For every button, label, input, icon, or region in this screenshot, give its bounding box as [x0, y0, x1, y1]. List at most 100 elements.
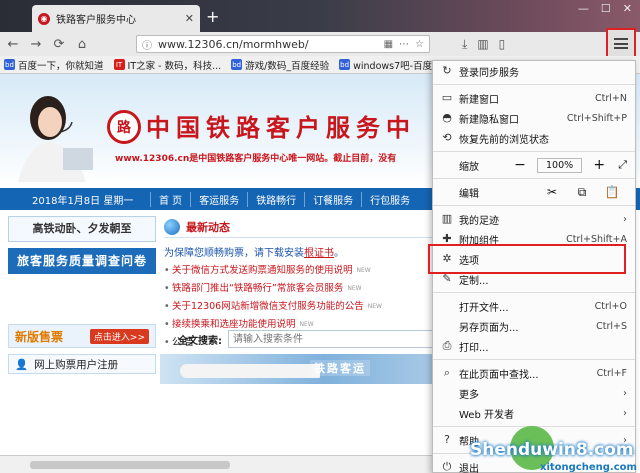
sleeper-train-link[interactable]: 高铁动卧、夕发朝至: [8, 216, 156, 242]
window-close-icon[interactable]: ✕: [623, 2, 632, 15]
nav-luggage-service[interactable]: 行包服务: [361, 191, 418, 207]
menu-item-help[interactable]: ? 帮助 ›: [433, 430, 635, 450]
menu-item-print[interactable]: ⎙ 打印...: [433, 336, 635, 356]
new-tab-icon[interactable]: +: [206, 7, 219, 26]
new-badge: NEW: [367, 303, 382, 310]
menu-item-options[interactable]: ✲ 选项: [433, 249, 635, 269]
news-item-text: 关于12306网站新增微信支付服务功能的公告: [172, 301, 364, 312]
menu-item-label: 更多: [459, 389, 479, 401]
register-link[interactable]: 👤 网上购票用户注册: [8, 354, 156, 374]
news-header: 最新动态: [164, 216, 434, 238]
app-menu-panel: ↻ 登录同步服务 ▭ 新建窗口 Ctrl+N ◓ 新建隐私窗口 Ctrl+Shift+P ⟲ 恢复…: [432, 60, 636, 473]
menu-item-label: 打印...: [459, 342, 489, 354]
submenu-arrow-icon: ›: [623, 387, 627, 399]
tab-close-icon[interactable]: ✕: [185, 12, 194, 25]
new-badge: NEW: [356, 267, 371, 274]
menu-item-webdev[interactable]: Web 开发者 ›: [433, 403, 635, 423]
bookmark-item[interactable]: bd 游戏/数码_百度经验: [231, 58, 329, 72]
bookmark-item[interactable]: bd 百度一下，你就知道: [4, 58, 104, 72]
cert-warning: 为保障您顺畅购票，请下载安装根证书。: [164, 244, 434, 259]
download-icon[interactable]: ⤓: [462, 37, 467, 52]
menu-item-label: 附加组件: [459, 235, 499, 247]
edit-label: 编辑: [459, 188, 479, 200]
nav-railway-pass[interactable]: 铁路畅行: [247, 191, 304, 207]
globe-icon: [164, 218, 180, 235]
search-input[interactable]: [228, 330, 434, 348]
nav-passenger-service[interactable]: 客运服务: [190, 191, 247, 207]
fullscreen-icon[interactable]: ⤢: [618, 158, 627, 172]
menu-item-open-file[interactable]: 打开文件... Ctrl+O: [433, 296, 635, 316]
puzzle-icon: ✚: [442, 232, 452, 245]
root-cert-link[interactable]: 根证书: [304, 248, 334, 259]
menu-item-quit[interactable]: ⏻ 退出: [433, 457, 635, 473]
menu-item-zoom: 缩放 −100% + ⤢: [433, 155, 635, 175]
url-bar[interactable]: ⓘ ▦ ⋯ ☆: [136, 35, 430, 53]
zoom-level[interactable]: 100%: [537, 157, 583, 173]
url-input[interactable]: [158, 37, 378, 51]
help-icon: ?: [444, 433, 450, 446]
menu-item-library[interactable]: ▥ 我的足迹 ›: [433, 209, 635, 229]
bookmark-label: IT之家 - 数码，科技...: [127, 60, 222, 72]
menu-item-find[interactable]: ⌕ 在此页面中查找... Ctrl+F: [433, 363, 635, 383]
bookmark-favicon-icon: bd: [339, 59, 351, 70]
bookmark-favicon-icon: bd: [4, 59, 15, 70]
nav-meal-service[interactable]: 订餐服务: [304, 191, 361, 207]
bookmark-label: 游戏/数码_百度经验: [245, 60, 330, 72]
news-item[interactable]: 关于微信方式发送购票通知服务的使用说明NEW: [164, 262, 434, 280]
submenu-arrow-icon: ›: [623, 213, 627, 225]
slogan-url: www.12306.cn: [115, 154, 190, 164]
bookmark-star-icon[interactable]: ☆: [415, 39, 424, 50]
library-toolbar-icon[interactable]: ▥: [477, 37, 488, 51]
menu-item-sync[interactable]: ↻ 登录同步服务: [433, 61, 635, 81]
bookmark-item[interactable]: bd windows7吧-百度: [339, 58, 432, 72]
railway-logo: 路: [107, 110, 141, 144]
menu-item-customize[interactable]: ✎ 定制...: [433, 269, 635, 289]
info-icon[interactable]: ⓘ: [142, 37, 152, 52]
bookmark-item[interactable]: IT IT之家 - 数码，科技...: [113, 58, 222, 72]
menu-item-addons[interactable]: ✚ 附加组件 Ctrl+Shift+A: [433, 229, 635, 249]
menu-item-private-window[interactable]: ◓ 新建隐私窗口 Ctrl+Shift+P: [433, 108, 635, 128]
site-search: 全文搜索:: [164, 328, 434, 350]
sidebar-icon[interactable]: ▯: [499, 37, 506, 51]
back-icon[interactable]: ←: [6, 37, 20, 52]
cut-icon[interactable]: ✂: [537, 185, 567, 199]
menu-shortcut: Ctrl+S: [596, 320, 627, 332]
home-icon[interactable]: ⌂: [75, 37, 89, 52]
reload-icon[interactable]: ⟳: [52, 37, 66, 52]
scroll-thumb[interactable]: [30, 461, 230, 469]
minimize-icon[interactable]: —: [578, 2, 589, 15]
menu-item-new-window[interactable]: ▭ 新建窗口 Ctrl+N: [433, 88, 635, 108]
menu-separator: [433, 426, 635, 427]
new-badge: NEW: [347, 285, 362, 292]
search-label: 全文搜索:: [178, 335, 222, 347]
menu-separator: [433, 178, 635, 179]
new-badge: NEW: [299, 321, 314, 328]
menu-item-restore[interactable]: ⟲ 恢复先前的浏览状态: [433, 128, 635, 148]
enter-button[interactable]: 点击进入>>: [89, 328, 149, 344]
copy-icon[interactable]: ⧉: [567, 185, 597, 200]
zoom-out-icon[interactable]: −: [511, 157, 529, 173]
browser-tab[interactable]: ◉ 铁路客户服务中心 ✕: [32, 5, 200, 32]
menu-item-more[interactable]: 更多 ›: [433, 383, 635, 403]
news-item[interactable]: 关于12306网站新增微信支付服务功能的公告NEW: [164, 298, 434, 316]
paste-icon[interactable]: 📋: [597, 185, 627, 199]
horizontal-scrollbar[interactable]: [0, 455, 434, 473]
zoom-in-icon[interactable]: +: [590, 157, 608, 173]
news-item[interactable]: 铁路部门推出“铁路畅行”常旅客会员服务NEW: [164, 280, 434, 298]
forward-icon[interactable]: →: [29, 37, 43, 52]
train-banner[interactable]: 铁路客运: [160, 354, 434, 384]
menu-item-label: 新建隐私窗口: [459, 114, 519, 126]
power-icon: ⏻: [442, 460, 452, 473]
toolbar-icons: ⤓ ▥ ▯: [462, 32, 505, 56]
site-title: 中国铁路客户服务中: [146, 113, 416, 142]
print-icon: ⎙: [442, 339, 452, 352]
qr-icon[interactable]: ▦: [384, 39, 393, 50]
open-menu-button[interactable]: [606, 28, 636, 58]
maximize-icon[interactable]: ☐: [601, 2, 611, 15]
nav-home[interactable]: 首 页: [150, 191, 190, 207]
more-dots-icon[interactable]: ⋯: [399, 39, 409, 50]
menu-item-save-as[interactable]: 另存页面为... Ctrl+S: [433, 316, 635, 336]
survey-link[interactable]: 旅客服务质量调查问卷: [8, 248, 156, 274]
window-controls: — ☐ ✕: [578, 2, 632, 15]
menu-item-label: 另存页面为...: [459, 322, 519, 334]
